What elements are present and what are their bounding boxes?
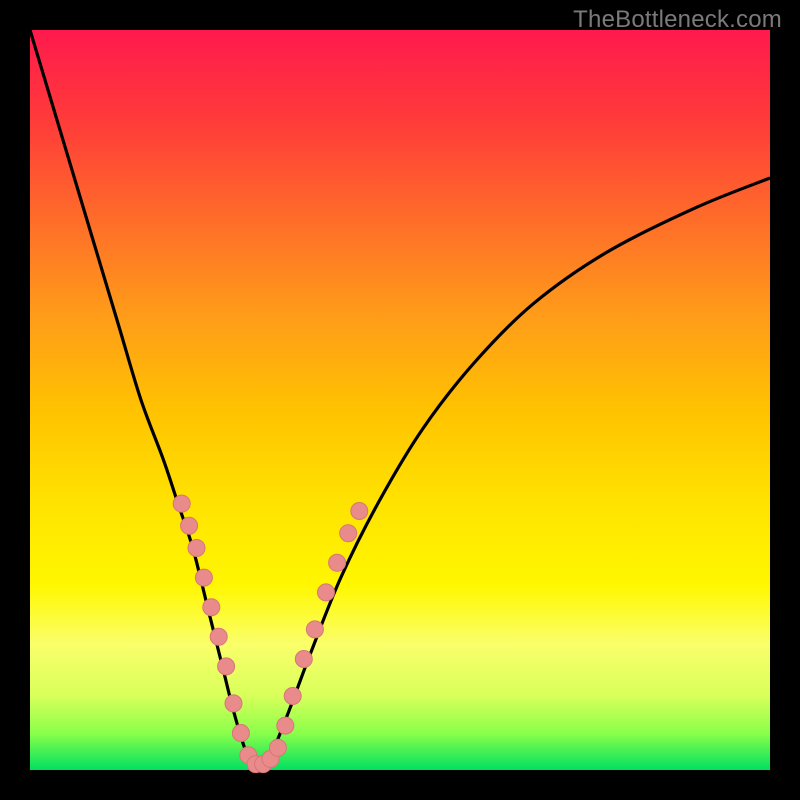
marker-point: [210, 628, 227, 645]
marker-point: [306, 621, 323, 638]
marker-point: [181, 517, 198, 534]
chart-stage: TheBottleneck.com: [0, 0, 800, 800]
highlight-markers: [173, 495, 368, 772]
marker-point: [269, 739, 286, 756]
marker-point: [340, 525, 357, 542]
marker-point: [188, 540, 205, 557]
marker-point: [329, 554, 346, 571]
marker-point: [173, 495, 190, 512]
marker-point: [225, 695, 242, 712]
marker-point: [318, 584, 335, 601]
marker-point: [295, 651, 312, 668]
bottleneck-curve: [30, 30, 770, 766]
chart-svg: [30, 30, 770, 770]
marker-point: [203, 599, 220, 616]
marker-point: [218, 658, 235, 675]
plot-area: [30, 30, 770, 770]
marker-point: [195, 569, 212, 586]
marker-point: [351, 503, 368, 520]
marker-point: [284, 688, 301, 705]
marker-point: [277, 717, 294, 734]
marker-point: [232, 725, 249, 742]
